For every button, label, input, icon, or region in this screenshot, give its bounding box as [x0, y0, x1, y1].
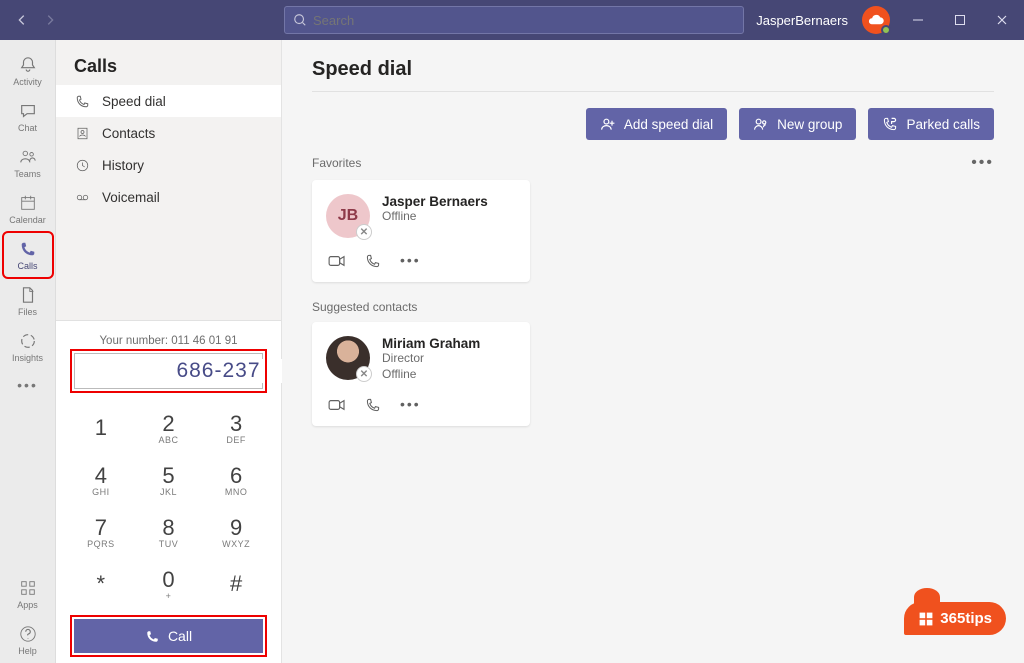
presence-offline-icon: ✕	[356, 224, 372, 240]
rail-more[interactable]: •••	[4, 371, 52, 401]
video-icon[interactable]	[328, 396, 346, 414]
dial-input-wrap	[74, 353, 263, 389]
presence-offline-icon: ✕	[356, 366, 372, 382]
calls-panel: Calls Speed dial Contacts History Voicem…	[56, 40, 282, 663]
insights-icon	[18, 331, 38, 351]
rail-teams[interactable]: Teams	[4, 141, 52, 185]
app-rail: Activity Chat Teams Calendar Calls Files…	[0, 40, 56, 663]
main-pane: Speed dial Add speed dial New group Park…	[282, 40, 1024, 663]
rail-calls[interactable]: Calls	[4, 233, 52, 277]
group-icon	[753, 116, 769, 132]
contact-status: Offline	[382, 209, 488, 225]
add-speed-dial-button[interactable]: Add speed dial	[586, 108, 727, 140]
suggested-label: Suggested contacts	[282, 296, 1024, 320]
favorites-label: Favorites •••	[282, 150, 1024, 178]
keypad-2[interactable]: 2ABC	[136, 403, 202, 453]
nav-contacts[interactable]: Contacts	[56, 117, 281, 149]
phone-icon[interactable]	[364, 252, 382, 270]
contact-title: Director	[382, 351, 480, 367]
phone-icon	[145, 629, 160, 644]
keypad-3[interactable]: 3DEF	[203, 403, 269, 453]
contact-name: Miriam Graham	[382, 336, 480, 351]
keypad-5[interactable]: 5JKL	[136, 455, 202, 505]
section-more-icon[interactable]: •••	[971, 154, 994, 172]
parked-calls-button[interactable]: Parked calls	[868, 108, 994, 140]
cloud-icon	[867, 14, 885, 26]
voicemail-icon	[74, 189, 90, 205]
rail-apps[interactable]: Apps	[4, 572, 52, 616]
rail-help[interactable]: Help	[4, 618, 52, 662]
keypad: 12ABC3DEF 4GHI5JKL6MNO 7PQRS8TUV9WXYZ *0+#	[62, 397, 275, 615]
nav-speed-dial[interactable]: Speed dial	[56, 85, 281, 117]
keypad-#[interactable]: #	[203, 559, 269, 609]
calendar-icon	[18, 193, 38, 213]
more-icon: •••	[18, 375, 38, 395]
bell-icon	[18, 55, 38, 75]
keypad-4[interactable]: 4GHI	[68, 455, 134, 505]
forward-button[interactable]	[36, 6, 64, 34]
rail-activity[interactable]: Activity	[4, 49, 52, 93]
chat-icon	[18, 101, 38, 121]
contact-name: Jasper Bernaers	[382, 194, 488, 209]
phone-icon	[74, 93, 90, 109]
add-person-icon	[600, 116, 616, 132]
keypad-7[interactable]: 7PQRS	[68, 507, 134, 557]
parked-icon	[882, 116, 898, 132]
maximize-button[interactable]	[946, 6, 974, 34]
new-group-button[interactable]: New group	[739, 108, 856, 140]
nav-history[interactable]: History	[56, 149, 281, 181]
search-box[interactable]	[284, 6, 744, 34]
phone-icon	[18, 239, 38, 259]
rail-chat[interactable]: Chat	[4, 95, 52, 139]
page-title: Speed dial	[282, 40, 1024, 91]
keypad-6[interactable]: 6MNO	[203, 455, 269, 505]
suggested-card[interactable]: ✕ Miriam Graham Director Offline •••	[312, 322, 530, 426]
contacts-icon	[74, 125, 90, 141]
back-button[interactable]	[8, 6, 36, 34]
help-icon	[18, 624, 38, 644]
avatar: JB ✕	[326, 194, 370, 238]
phone-icon[interactable]	[364, 396, 382, 414]
username-label: JasperBernaers	[756, 13, 848, 28]
keypad-*[interactable]: *	[68, 559, 134, 609]
files-icon	[18, 285, 38, 305]
contact-status: Offline	[382, 367, 480, 383]
title-bar: JasperBernaers	[0, 0, 1024, 40]
close-button[interactable]	[988, 6, 1016, 34]
watermark-logo: 365tips	[904, 602, 1006, 635]
teams-icon	[18, 147, 38, 167]
keypad-9[interactable]: 9WXYZ	[203, 507, 269, 557]
keypad-1[interactable]: 1	[68, 403, 134, 453]
rail-insights[interactable]: Insights	[4, 325, 52, 369]
presence-indicator	[881, 25, 891, 35]
call-button[interactable]: Call	[74, 619, 263, 653]
minimize-button[interactable]	[904, 6, 932, 34]
search-icon	[293, 13, 307, 27]
rail-files[interactable]: Files	[4, 279, 52, 323]
keypad-0[interactable]: 0+	[136, 559, 202, 609]
dialer: Your number: 011 46 01 91 12ABC3DEF 4GHI5…	[56, 320, 281, 663]
keypad-8[interactable]: 8TUV	[136, 507, 202, 557]
favorite-card[interactable]: JB ✕ Jasper Bernaers Offline •••	[312, 180, 530, 282]
your-number-label: Your number: 011 46 01 91	[62, 331, 275, 353]
more-icon[interactable]: •••	[400, 252, 421, 270]
profile-avatar[interactable]	[862, 6, 890, 34]
more-icon[interactable]: •••	[400, 396, 421, 414]
panel-title: Calls	[56, 40, 281, 85]
history-icon	[74, 157, 90, 173]
search-input[interactable]	[313, 13, 735, 28]
video-icon[interactable]	[328, 252, 346, 270]
avatar: ✕	[326, 336, 370, 380]
rail-calendar[interactable]: Calendar	[4, 187, 52, 231]
apps-icon	[18, 578, 38, 598]
nav-voicemail[interactable]: Voicemail	[56, 181, 281, 213]
